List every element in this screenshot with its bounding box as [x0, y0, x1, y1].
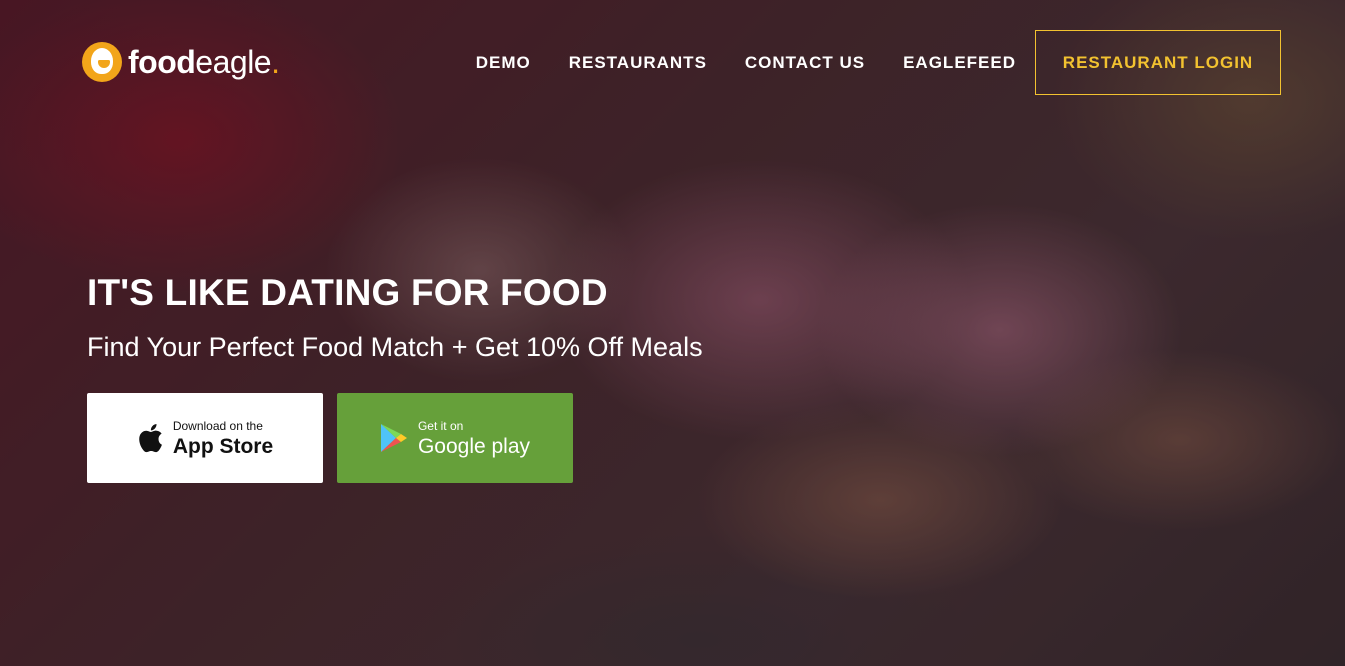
brand-logo[interactable]: foodeagle.	[82, 40, 280, 84]
eagle-chef-icon	[82, 42, 122, 82]
google-play-icon	[380, 423, 408, 453]
nav-item-demo[interactable]: DEMO	[476, 53, 531, 73]
hero-headline: IT'S LIKE DATING FOR FOOD	[87, 272, 608, 313]
nav-item-restaurants[interactable]: RESTAURANTS	[569, 53, 707, 73]
google-play-label: Get it on Google play	[417, 418, 531, 458]
brand-wordmark: foodeagle.	[128, 43, 280, 80]
apple-icon	[137, 423, 163, 453]
nav-item-eaglefeed[interactable]: EAGLEFEED	[903, 53, 1016, 73]
main-nav: DEMO RESTAURANTS CONTACT US EAGLEFEED RE…	[438, 30, 1281, 95]
nav-item-contact-us[interactable]: CONTACT US	[745, 53, 865, 73]
google-play-button[interactable]: Get it on Google play	[337, 393, 573, 483]
restaurant-login-button[interactable]: RESTAURANT LOGIN	[1035, 30, 1281, 95]
hero-subheadline: Find Your Perfect Food Match + Get 10% O…	[87, 332, 703, 362]
app-store-button[interactable]: Download on the App Store	[87, 393, 323, 483]
hero-section: IT'S LIKE DATING FOR FOOD Find Your Perf…	[87, 272, 703, 483]
download-buttons: Download on the App Store Get it on Goog…	[87, 393, 703, 483]
app-store-label: Download on the App Store	[172, 418, 274, 458]
site-header: foodeagle. DEMO RESTAURANTS CONTACT US E…	[0, 0, 1345, 125]
